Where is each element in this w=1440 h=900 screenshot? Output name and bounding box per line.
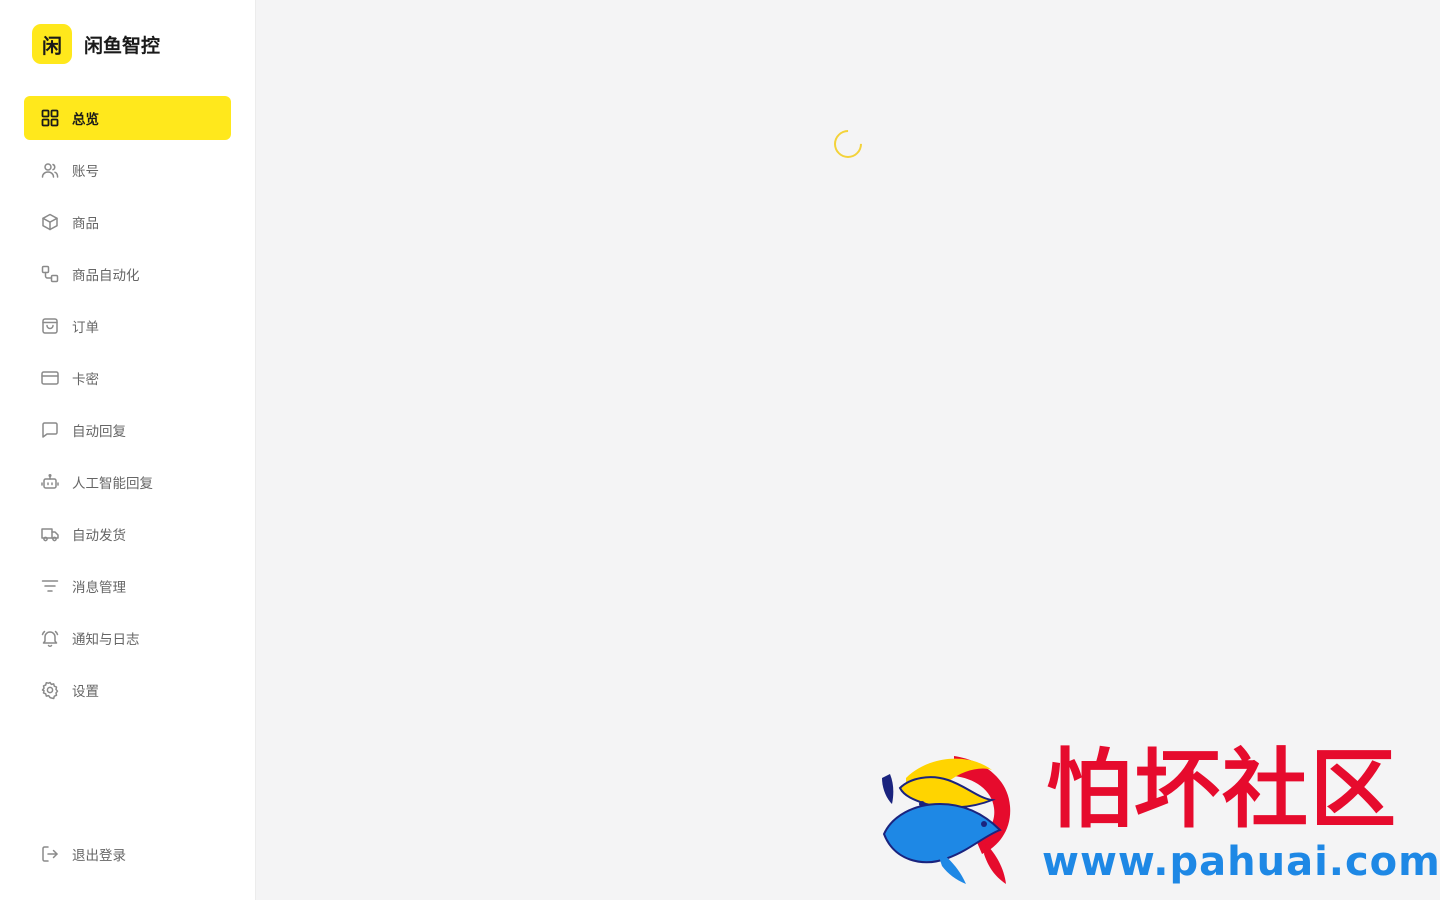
shopping-bag-icon	[40, 316, 60, 336]
sidebar-item-label: 商品自动化	[72, 268, 140, 284]
sidebar-item-label: 自动发货	[72, 528, 126, 544]
watermark-url: www.pahuai.com	[1042, 839, 1440, 885]
sidebar-item-label: 设置	[72, 684, 99, 700]
loading-spinner	[828, 124, 868, 164]
brand-logo: 闲	[32, 24, 72, 64]
sidebar-item-overview[interactable]: 总览	[24, 96, 231, 140]
logout-button[interactable]: 退出登录	[24, 832, 231, 876]
sidebar-item-label: 人工智能回复	[72, 476, 153, 492]
sidebar-item-settings[interactable]: 设置	[24, 668, 231, 712]
sidebar-item-auto-reply[interactable]: 自动回复	[24, 408, 231, 452]
brand-title: 闲鱼智控	[84, 34, 161, 57]
gear-icon	[40, 680, 60, 700]
watermark-text: 怕坏社区	[1046, 739, 1398, 840]
sidebar-item-orders[interactable]: 订单	[24, 304, 231, 348]
sidebar-item-label: 卡密	[72, 372, 99, 388]
app-root: 闲 闲鱼智控 总览 账号 商品 商品自动化 订单 卡密 自动回复 人工智能回复 …	[0, 0, 1440, 900]
chat-bubble-icon	[40, 420, 60, 440]
credit-card-icon	[40, 368, 60, 388]
main-content: 怕坏社区 www.pahuai.com	[256, 0, 1440, 900]
logout-label: 退出登录	[72, 848, 126, 864]
sidebar-item-cards[interactable]: 卡密	[24, 356, 231, 400]
sidebar: 闲 闲鱼智控 总览 账号 商品 商品自动化 订单 卡密 自动回复 人工智能回复 …	[0, 0, 256, 900]
sidebar-item-accounts[interactable]: 账号	[24, 148, 231, 192]
sidebar-item-label: 自动回复	[72, 424, 126, 440]
logout-icon	[40, 844, 60, 864]
bell-icon	[40, 628, 60, 648]
logout-area: 退出登录	[24, 832, 231, 884]
sidebar-item-label: 商品	[72, 216, 99, 232]
box-icon	[40, 212, 60, 232]
sidebar-item-label: 订单	[72, 320, 99, 336]
brand[interactable]: 闲 闲鱼智控	[32, 24, 160, 64]
users-icon	[40, 160, 60, 180]
sidebar-item-products[interactable]: 商品	[24, 200, 231, 244]
sidebar-item-auto-ship[interactable]: 自动发货	[24, 512, 231, 556]
sidebar-item-label: 总览	[72, 112, 99, 128]
sidebar-item-label: 消息管理	[72, 580, 126, 596]
sidebar-item-notifications[interactable]: 通知与日志	[24, 616, 231, 660]
sidebar-item-messages[interactable]: 消息管理	[24, 564, 231, 608]
fish-logo-icon	[882, 756, 1011, 884]
sidebar-item-label: 通知与日志	[72, 632, 140, 648]
robot-icon	[40, 472, 60, 492]
sidebar-nav: 总览 账号 商品 商品自动化 订单 卡密 自动回复 人工智能回复 自动发货 消息…	[24, 96, 231, 720]
sidebar-item-label: 账号	[72, 164, 99, 180]
workflow-icon	[40, 264, 60, 284]
filter-lines-icon	[40, 576, 60, 596]
dashboard-grid-icon	[40, 108, 60, 128]
truck-icon	[40, 524, 60, 544]
watermark: 怕坏社区 www.pahuai.com	[876, 739, 1440, 890]
sidebar-item-product-automation[interactable]: 商品自动化	[24, 252, 231, 296]
sidebar-item-ai-reply[interactable]: 人工智能回复	[24, 460, 231, 504]
